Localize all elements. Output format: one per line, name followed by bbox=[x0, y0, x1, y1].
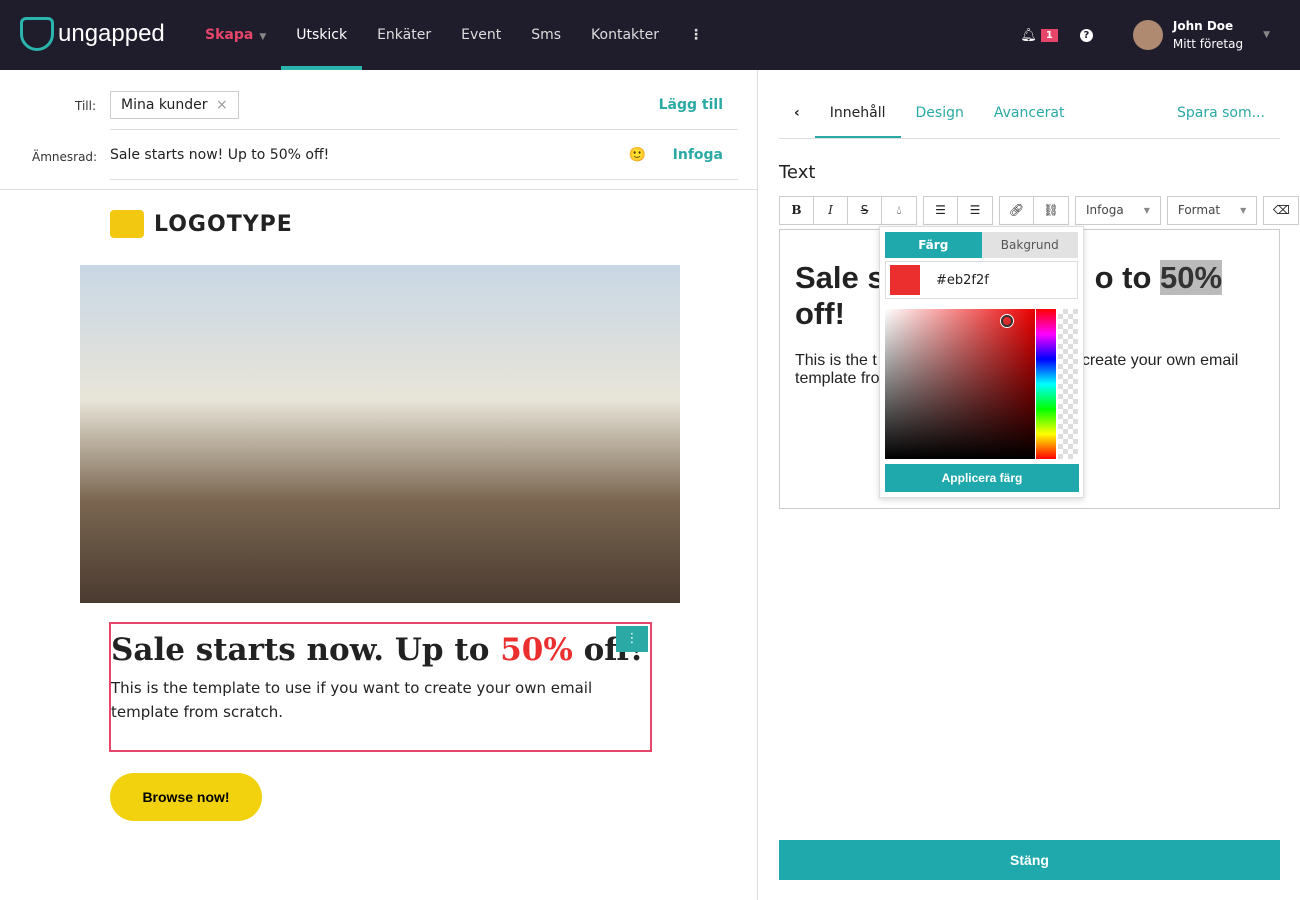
insert-link[interactable]: Infoga bbox=[673, 147, 723, 163]
unlink-icon[interactable]: ⛓ bbox=[1034, 197, 1068, 224]
tab-avancerat[interactable]: Avancerat bbox=[979, 95, 1080, 138]
subject-label: Ämnesrad: bbox=[32, 150, 98, 164]
saturation-area[interactable] bbox=[885, 309, 1035, 459]
bell-icon[interactable]: 🔔︎ bbox=[1020, 28, 1037, 43]
block-menu-icon[interactable]: ⋮ bbox=[616, 626, 648, 652]
link-icon[interactable]: 🔗︎ bbox=[1000, 197, 1034, 224]
email-body: This is the template to use if you want … bbox=[111, 679, 593, 721]
nav-skapa[interactable]: Skapa ▼ bbox=[190, 0, 281, 70]
remove-icon[interactable]: × bbox=[216, 97, 228, 113]
editor-toolbar: B I S 💧︎ ☰ ☰ 🔗︎ ⛓ Infoga ▼ Format ▼ ⌫ bbox=[779, 196, 1300, 225]
brand-logo[interactable]: ungapped bbox=[20, 17, 165, 51]
recipient-chip[interactable]: Mina kunder × bbox=[110, 90, 239, 119]
user-menu[interactable]: John Doe Mitt företag bbox=[1173, 19, 1243, 52]
back-icon[interactable]: ‹ bbox=[779, 95, 815, 138]
italic-icon[interactable]: I bbox=[814, 197, 848, 224]
strikethrough-icon[interactable]: S bbox=[848, 197, 882, 224]
top-nav: ungapped Skapa ▼ Utskick Enkäter Event Sm… bbox=[0, 0, 1300, 70]
tab-innehall[interactable]: Innehåll bbox=[814, 95, 901, 138]
logo-smile-icon bbox=[110, 210, 144, 238]
color-picker: Färg Bakgrund #eb2f2f Applicera färg bbox=[879, 226, 1084, 498]
hue-slider[interactable] bbox=[1036, 309, 1056, 459]
eraser-icon[interactable]: ⌫ bbox=[1264, 197, 1298, 224]
tab-color[interactable]: Färg bbox=[885, 232, 982, 258]
bold-icon[interactable]: B bbox=[780, 197, 814, 224]
to-label: Till: bbox=[75, 99, 97, 113]
hex-input[interactable]: #eb2f2f bbox=[936, 273, 989, 288]
ordered-list-icon[interactable]: ☰ bbox=[924, 197, 958, 224]
insert-dropdown[interactable]: Infoga ▼ bbox=[1075, 196, 1161, 225]
apply-color-button[interactable]: Applicera färg bbox=[885, 464, 1079, 492]
tab-background[interactable]: Bakgrund bbox=[981, 232, 1078, 258]
nav-event[interactable]: Event bbox=[446, 0, 516, 70]
nav-enkater[interactable]: Enkäter bbox=[362, 0, 446, 70]
alpha-slider[interactable] bbox=[1058, 309, 1078, 459]
nav-utskick[interactable]: Utskick bbox=[281, 0, 362, 70]
caret-down-icon: ▼ bbox=[259, 32, 267, 42]
nav-sms[interactable]: Sms bbox=[516, 0, 576, 70]
browse-button[interactable]: Browse now! bbox=[110, 773, 262, 821]
save-as-link[interactable]: Spara som... bbox=[1162, 95, 1280, 138]
nav-kontakter[interactable]: Kontakter bbox=[576, 0, 674, 70]
more-icon[interactable]: ⋮ bbox=[674, 0, 718, 70]
close-button[interactable]: Stäng bbox=[779, 840, 1280, 880]
panel-title: Text bbox=[779, 162, 816, 183]
format-dropdown[interactable]: Format ▼ bbox=[1166, 196, 1258, 225]
user-caret-icon[interactable]: ▼ bbox=[1263, 30, 1270, 40]
avatar[interactable] bbox=[1132, 20, 1163, 50]
add-recipient-link[interactable]: Lägg till bbox=[659, 97, 723, 113]
email-logo: LOGOTYPE bbox=[110, 210, 293, 238]
hero-image[interactable] bbox=[80, 265, 680, 603]
text-color-icon[interactable]: 💧︎ bbox=[882, 197, 916, 224]
logo-icon bbox=[20, 17, 54, 51]
emoji-icon[interactable]: 🙂 bbox=[629, 147, 646, 163]
color-swatch bbox=[890, 265, 920, 295]
text-block-selected[interactable]: Sale starts now. Up to 50% off! This is … bbox=[109, 622, 652, 752]
email-headline: Sale starts now. Up to 50% off! bbox=[111, 632, 644, 668]
subject-input[interactable]: Sale starts now! Up to 50% off! bbox=[110, 147, 329, 163]
notification-badge: 1 bbox=[1040, 28, 1058, 42]
tab-design[interactable]: Design bbox=[901, 95, 979, 138]
help-icon[interactable]: ? bbox=[1079, 28, 1093, 42]
bullet-list-icon[interactable]: ☰ bbox=[958, 197, 992, 224]
email-editor: Till: Mina kunder × Lägg till Ämnesrad: … bbox=[0, 70, 758, 900]
